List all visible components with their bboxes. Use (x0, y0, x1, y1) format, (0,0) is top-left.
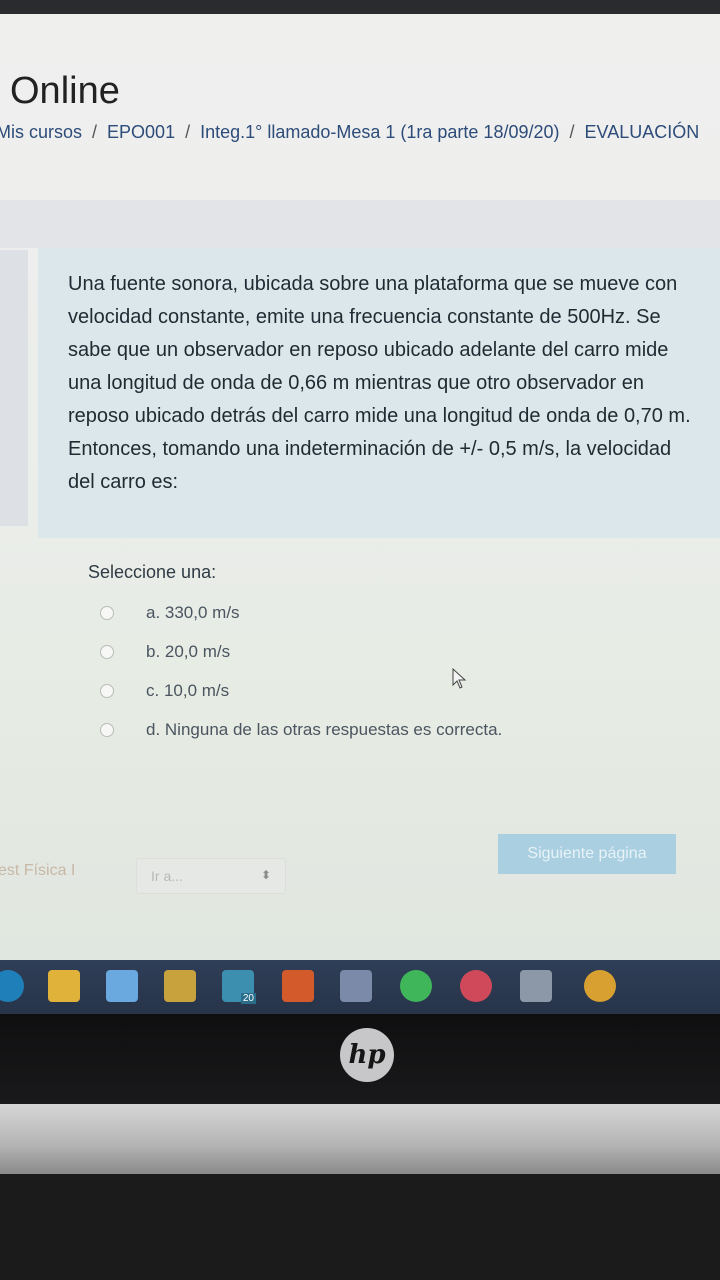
store-icon[interactable] (164, 970, 196, 1002)
radio-button[interactable] (100, 722, 114, 737)
app-icon[interactable] (460, 970, 492, 1002)
breadcrumb-separator: / (92, 122, 98, 142)
breadcrumb-item-section[interactable]: Integ.1° llamado-Mesa 1 (1ra parte 18/09… (200, 122, 559, 142)
question-info-panel (0, 250, 28, 526)
question-box: Una fuente sonora, ubicada sobre una pla… (38, 248, 720, 538)
answer-label: a. 330,0 m/s (146, 602, 240, 622)
window-icon[interactable] (520, 970, 552, 1002)
windows-taskbar: 20 (0, 960, 720, 1014)
dropbox-icon[interactable] (106, 970, 138, 1002)
previous-activity-link[interactable]: est Física I (0, 862, 75, 880)
question-text: Una fuente sonora, ubicada sobre una pla… (68, 273, 691, 493)
answer-area: Seleccione una: a. 330,0 m/s b. 20,0 m/s… (88, 562, 688, 749)
page-header-band (0, 200, 720, 248)
answer-option-c[interactable]: c. 10,0 m/s (88, 671, 688, 710)
radio-button[interactable] (100, 683, 114, 698)
mail-badge: 20 (240, 993, 256, 1004)
breadcrumb-item-my-courses[interactable]: Mis cursos (0, 122, 82, 142)
desk-surface (0, 1174, 720, 1280)
breadcrumb-item-evaluation[interactable]: EVALUACIÓN (585, 122, 700, 142)
chrome-icon[interactable] (584, 970, 616, 1002)
browser-screen: Online Mis cursos / EPO001 / Integ.1° llamad… (0, 14, 720, 1014)
breadcrumb: Mis cursos / EPO001 / Integ.1° llamado-Mesa … (0, 122, 699, 143)
breadcrumb-separator: / (569, 122, 575, 142)
select-arrows-icon: ⬍ (260, 868, 271, 882)
laptop-body-edge (0, 1104, 720, 1174)
next-page-button[interactable]: Siguiente página (498, 834, 676, 874)
spotify-icon[interactable] (400, 970, 432, 1002)
mail-icon[interactable]: 20 (222, 970, 256, 1004)
file-explorer-icon[interactable] (48, 970, 80, 1002)
jump-to-placeholder: Ir a... (151, 868, 183, 884)
answer-label: b. 20,0 m/s (146, 641, 231, 661)
answer-prompt: Seleccione una: (88, 562, 217, 582)
radio-button[interactable] (100, 644, 114, 659)
mouse-cursor-icon (452, 668, 467, 689)
power-automate-icon[interactable] (340, 970, 372, 1002)
answer-option-a[interactable]: a. 330,0 m/s (88, 593, 688, 632)
breadcrumb-separator: / (185, 122, 191, 142)
jump-to-select[interactable]: Ir a... ⬍ (136, 858, 286, 894)
edge-icon[interactable] (0, 970, 24, 1002)
answer-option-d[interactable]: d. Ninguna de las otras respuestas es co… (88, 710, 688, 749)
hp-logo: hp (340, 1028, 394, 1082)
radio-button[interactable] (100, 605, 114, 620)
office-icon[interactable] (282, 970, 314, 1002)
breadcrumb-item-course[interactable]: EPO001 (107, 122, 175, 142)
site-name: Online (10, 70, 120, 112)
answer-label: d. Ninguna de las otras respuestas es co… (146, 719, 503, 739)
screen-top-bezel (0, 0, 720, 14)
answer-label: c. 10,0 m/s (146, 680, 230, 700)
answer-option-b[interactable]: b. 20,0 m/s (88, 632, 688, 671)
